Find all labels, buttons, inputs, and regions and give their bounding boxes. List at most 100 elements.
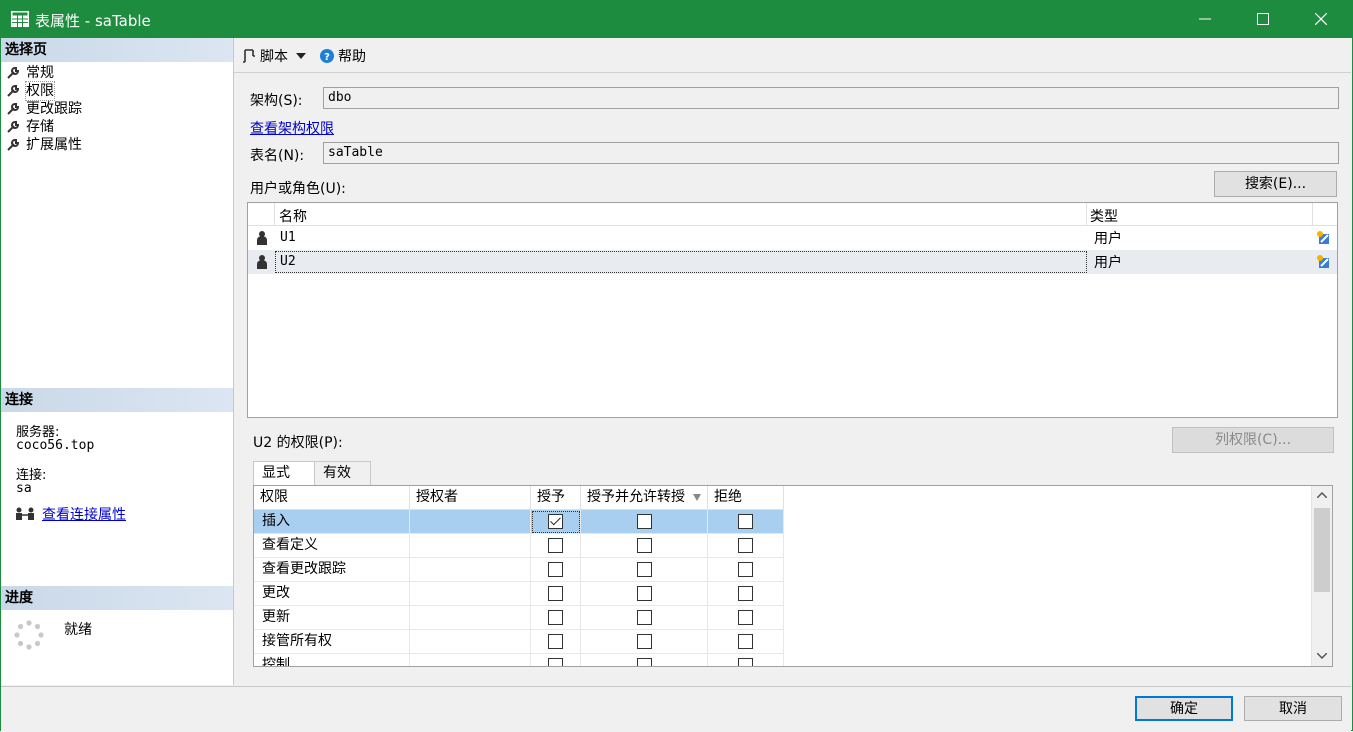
deny-column-header[interactable]: 拒绝	[708, 486, 784, 510]
deny-checkbox[interactable]	[738, 658, 753, 666]
grant-cell	[531, 582, 581, 606]
edit-principal-icon[interactable]	[1316, 230, 1332, 246]
minimize-button[interactable]	[1176, 0, 1234, 38]
type-column-header[interactable]: 类型	[1090, 206, 1118, 226]
with-grant-cell	[581, 510, 708, 534]
grantor-cell	[410, 510, 531, 534]
grantor-cell	[410, 558, 531, 582]
user-icon	[257, 231, 267, 245]
with-grant-checkbox[interactable]	[637, 562, 652, 577]
with-grant-checkbox[interactable]	[637, 610, 652, 625]
deny-cell	[708, 654, 784, 666]
permission-row[interactable]: 控制	[254, 654, 784, 666]
name-column-header[interactable]: 名称	[279, 206, 307, 226]
window-title: 表属性 - saTable	[35, 12, 151, 30]
with-grant-checkbox[interactable]	[637, 586, 652, 601]
permission-row[interactable]: 接管所有权	[254, 630, 784, 654]
schema-field[interactable]: dbo	[323, 87, 1339, 109]
nav-item-label: 常规	[26, 65, 54, 81]
principal-row[interactable]: U2 用户	[248, 250, 1337, 274]
server-value: coco56.top	[16, 438, 95, 453]
deny-checkbox[interactable]	[738, 610, 753, 625]
maximize-icon	[1257, 13, 1269, 25]
deny-checkbox[interactable]	[738, 586, 753, 601]
nav-item-label: 扩展属性	[26, 137, 82, 153]
help-button[interactable]: ? 帮助	[320, 46, 366, 66]
permissions-grid: 权限 授权者 授予 授予并允许转授 拒绝 插入 查看定义 查看更改跟踪 更改 更…	[253, 485, 1333, 667]
cancel-button[interactable]: 取消	[1244, 696, 1342, 721]
scroll-down-icon[interactable]	[1317, 653, 1327, 659]
grantor-cell	[410, 630, 531, 654]
nav-item-permissions[interactable]: 权限	[6, 81, 55, 101]
permission-row[interactable]: 更改	[254, 582, 784, 606]
permission-name: 接管所有权	[254, 630, 410, 654]
permissions-scrollbar[interactable]	[1311, 486, 1332, 666]
help-label: 帮助	[338, 49, 366, 65]
with-grant-checkbox[interactable]	[637, 634, 652, 649]
tab-effective[interactable]: 有效	[314, 461, 371, 485]
deny-checkbox[interactable]	[738, 514, 753, 529]
search-button[interactable]: 搜索(E)...	[1214, 171, 1337, 197]
tab-explicit[interactable]: 显式	[253, 461, 315, 486]
view-schema-permissions-link[interactable]: 查看架构权限	[250, 118, 334, 138]
deny-checkbox[interactable]	[738, 634, 753, 649]
grantor-column-header[interactable]: 授权者	[410, 486, 531, 510]
table-name-field[interactable]: saTable	[323, 142, 1339, 164]
grant-cell	[531, 534, 581, 558]
filter-icon	[693, 494, 701, 501]
edit-principal-icon[interactable]	[1316, 254, 1332, 270]
wrench-icon	[7, 85, 20, 97]
permission-column-header[interactable]: 权限	[254, 486, 410, 510]
principal-name: U1	[280, 230, 296, 245]
with-grant-cell	[581, 582, 708, 606]
principal-type: 用户	[1094, 231, 1122, 247]
deny-cell	[708, 606, 784, 630]
permission-row[interactable]: 插入	[254, 510, 784, 534]
permission-row[interactable]: 查看更改跟踪	[254, 558, 784, 582]
svg-text:?: ?	[324, 52, 330, 63]
grantor-cell	[410, 654, 531, 666]
with-grant-checkbox[interactable]	[637, 538, 652, 553]
grantor-cell	[410, 582, 531, 606]
grant-checkbox[interactable]	[548, 586, 563, 601]
scroll-up-icon[interactable]	[1317, 492, 1327, 498]
with-grant-column-header[interactable]: 授予并允许转授	[581, 486, 708, 510]
grant-column-header[interactable]: 授予	[531, 486, 581, 510]
close-button[interactable]	[1292, 0, 1350, 38]
ok-button[interactable]: 确定	[1135, 696, 1233, 721]
script-icon	[243, 49, 255, 63]
nav-item-storage[interactable]: 存储	[6, 118, 54, 136]
nav-item-general[interactable]: 常规	[6, 64, 54, 82]
with-grant-cell	[581, 654, 708, 666]
grant-checkbox[interactable]	[548, 658, 563, 666]
connection-value: sa	[16, 481, 32, 496]
permission-row[interactable]: 查看定义	[254, 534, 784, 558]
nav-item-extended-properties[interactable]: 扩展属性	[6, 136, 82, 154]
with-grant-checkbox[interactable]	[637, 658, 652, 666]
grant-checkbox[interactable]	[548, 538, 563, 553]
permission-name: 控制	[254, 654, 410, 666]
help-icon: ?	[320, 49, 334, 63]
nav-item-change-tracking[interactable]: 更改跟踪	[6, 100, 82, 118]
permission-name: 查看更改跟踪	[254, 558, 410, 582]
column-permissions-button[interactable]: 列权限(C)...	[1172, 427, 1334, 453]
select-page-header: 选择页	[1, 38, 233, 62]
grant-checkbox[interactable]	[548, 514, 563, 529]
grant-checkbox[interactable]	[548, 634, 563, 649]
wrench-icon	[7, 139, 20, 151]
with-grant-checkbox[interactable]	[637, 514, 652, 529]
maximize-button[interactable]	[1234, 0, 1292, 38]
permission-row[interactable]: 更新	[254, 606, 784, 630]
nav-item-label: 权限	[25, 81, 55, 101]
deny-checkbox[interactable]	[738, 538, 753, 553]
grantor-cell	[410, 534, 531, 558]
principal-row[interactable]: U1 用户	[248, 226, 1337, 250]
grant-checkbox[interactable]	[548, 562, 563, 577]
grant-checkbox[interactable]	[548, 610, 563, 625]
script-button[interactable]: 脚本	[242, 46, 306, 66]
scrollbar-thumb[interactable]	[1314, 508, 1330, 592]
with-grant-cell	[581, 630, 708, 654]
progress-status: 就绪	[64, 622, 92, 638]
view-connection-properties-link[interactable]: 查看连接属性	[42, 504, 126, 524]
deny-checkbox[interactable]	[738, 562, 753, 577]
